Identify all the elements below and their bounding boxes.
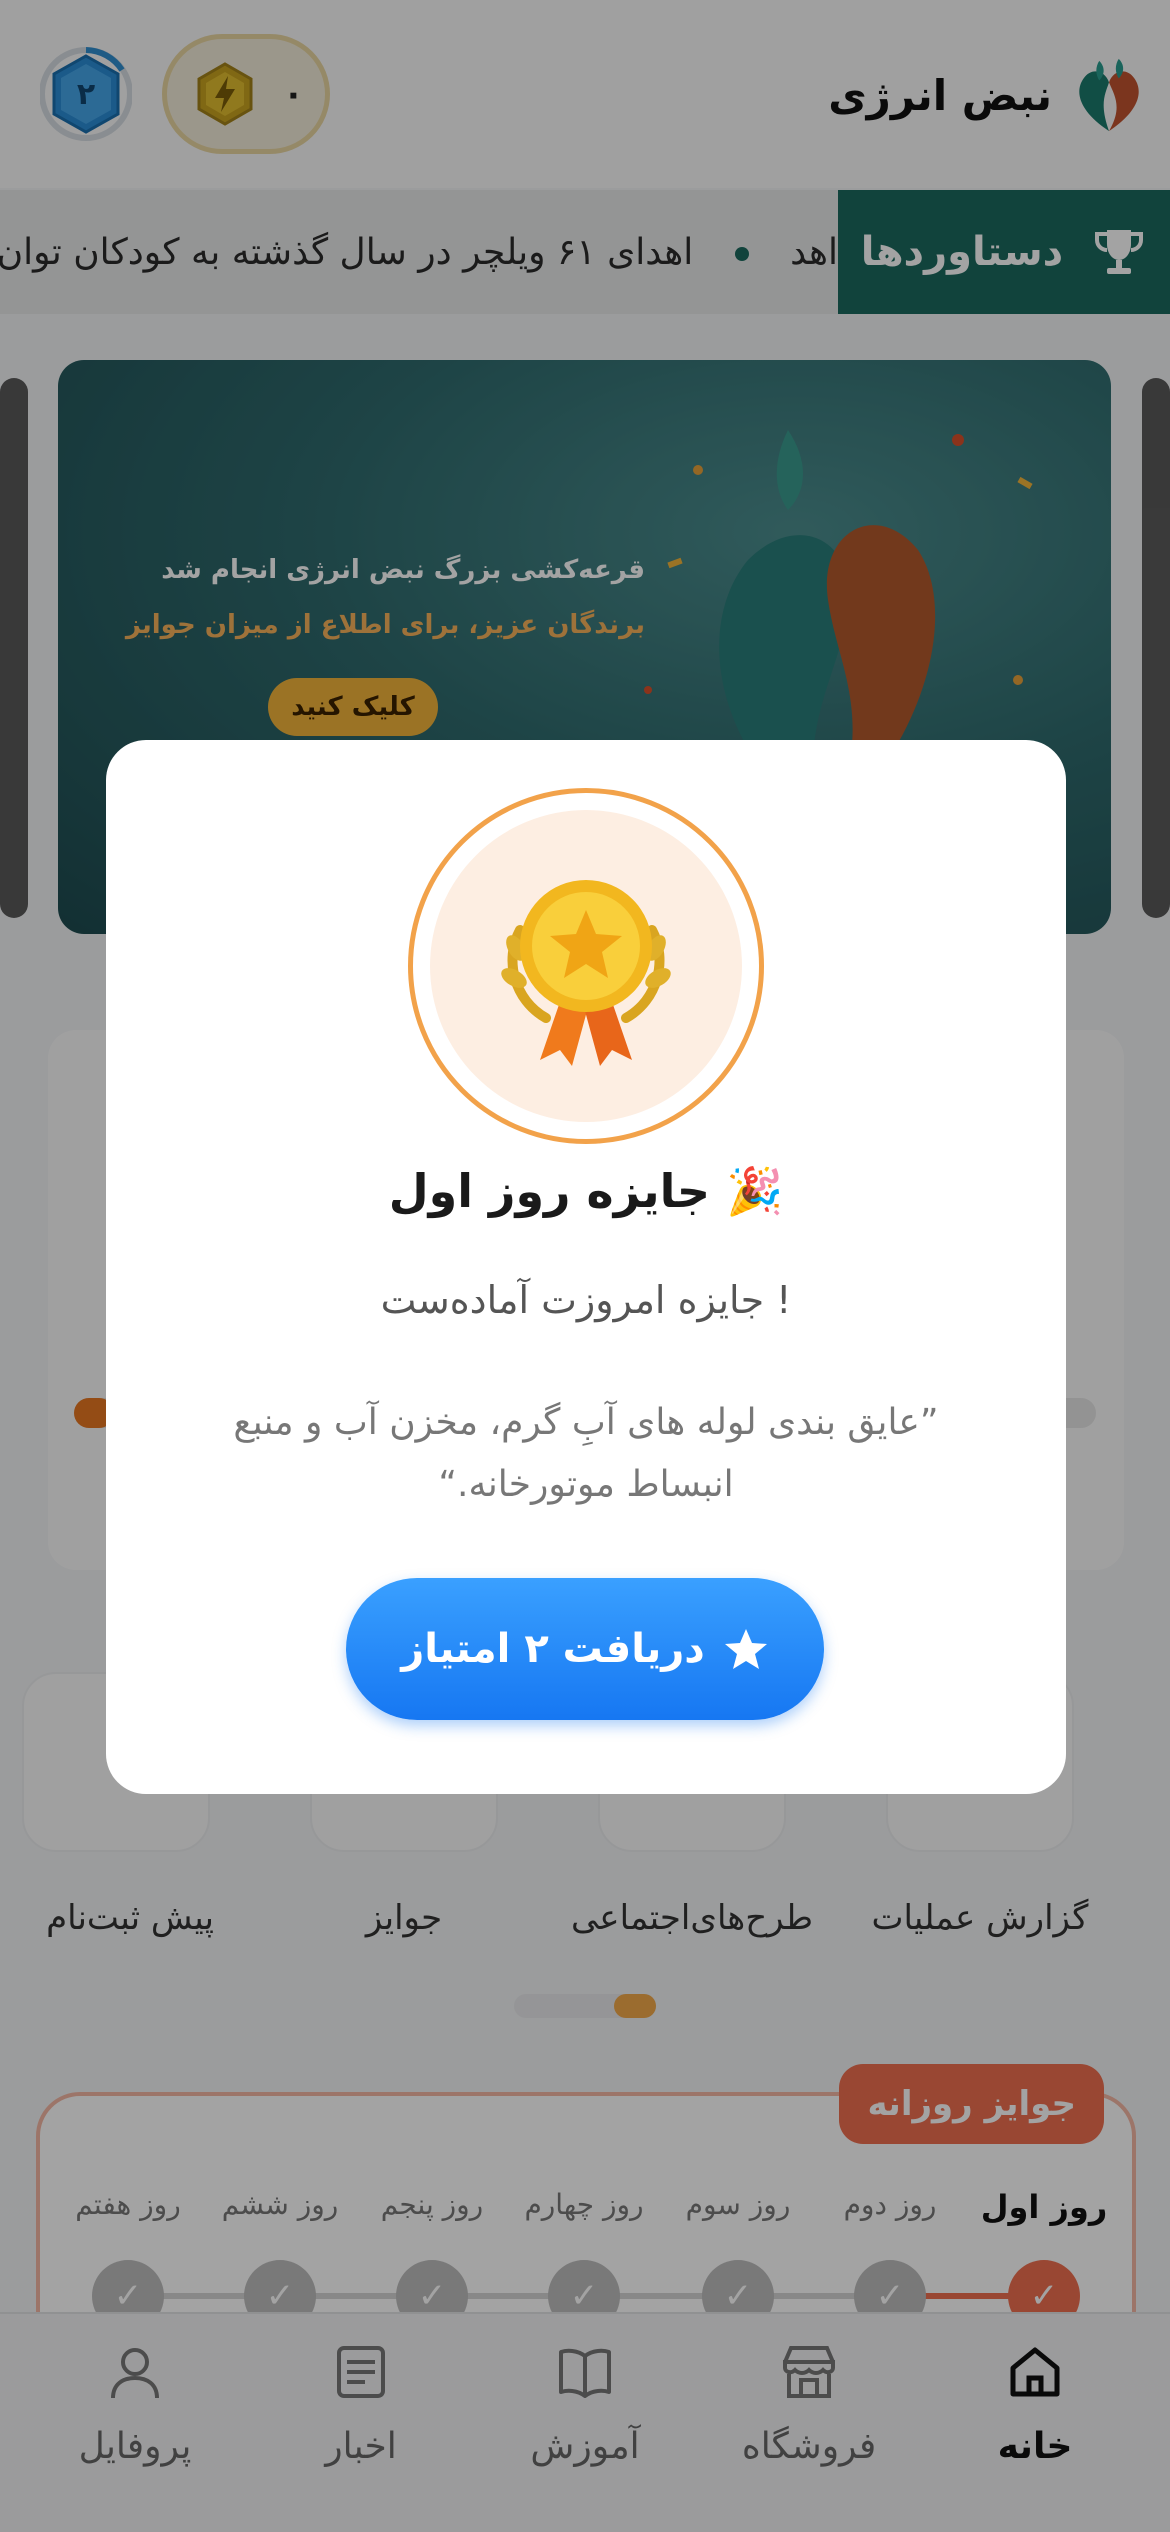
modal-subtitle: جایزه امروزت آماده‌ست ! [380, 1278, 792, 1322]
claim-button-label: دریافت ۲ امتیاز [401, 1626, 705, 1672]
modal-tip-quote: ”عایق بندی لوله های آبِ گرم، مخزن آب و م… [233, 1402, 939, 1505]
medal-icon [501, 880, 671, 1066]
star-icon [724, 1629, 767, 1669]
modal-title: جایزه روز اول 🎉 [106, 1164, 1066, 1219]
modal-title-text: جایزه روز اول [388, 1164, 711, 1218]
claim-reward-button[interactable]: دریافت ۲ امتیاز [346, 1578, 824, 1720]
party-popper-icon: 🎉 [726, 1164, 784, 1218]
